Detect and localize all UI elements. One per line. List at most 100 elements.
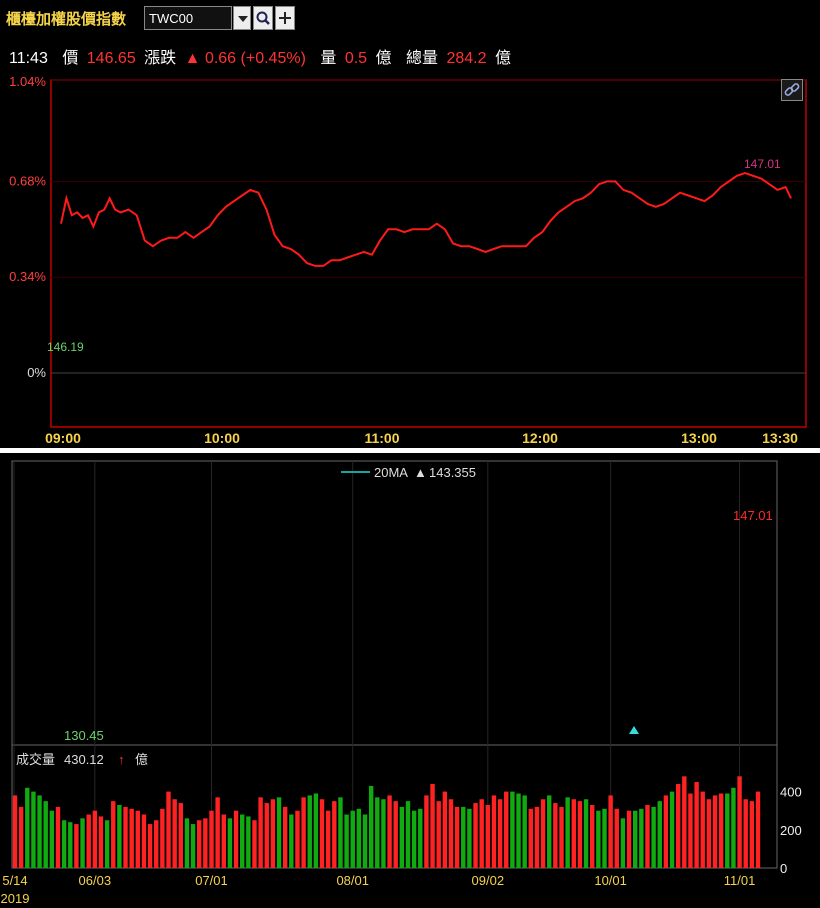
volume-y-tick-label: 400 [780, 785, 802, 800]
volume-bar [276, 797, 282, 868]
volume-bar [270, 799, 276, 868]
volume-bar [694, 782, 699, 868]
volume-bar [608, 795, 613, 868]
volume-bar [669, 791, 675, 868]
volume-bar [123, 806, 128, 868]
x-tick-label: 09:00 [45, 430, 81, 446]
legend-ma-value: 143.355 [429, 465, 476, 480]
symbol-input-box[interactable] [144, 6, 237, 30]
volume-bar [325, 810, 331, 868]
volume-bar [448, 799, 454, 868]
x-tick-label: 10:00 [204, 430, 240, 446]
volume-bar [178, 803, 183, 868]
volume-value: 0.5 [344, 50, 368, 67]
price-line [60, 171, 792, 267]
volume-value: 430.12 [64, 752, 104, 767]
volume-bar [430, 783, 435, 868]
x-tick-label: 07/01 [195, 873, 228, 888]
y-tick-label: 0.68% [9, 173, 46, 188]
volume-bar [639, 808, 644, 868]
volume-bar [68, 822, 73, 868]
plus-icon [279, 12, 291, 24]
volume-bar [590, 804, 595, 868]
volume-bar [203, 818, 208, 868]
symbol-input[interactable] [145, 7, 237, 29]
daily-candlestick-chart: 1321351381411441475/1406/0307/0108/0109/… [1, 460, 802, 906]
x-tick-label: 08/01 [336, 873, 369, 888]
volume-unit: 億 [375, 50, 392, 67]
volume-bar [43, 801, 48, 868]
volume-bar [387, 795, 392, 868]
reference-price-label: 146.19 [47, 340, 84, 354]
volume-bar [246, 816, 251, 868]
quote-time: 11:43 [9, 50, 48, 67]
volume-bar [497, 799, 503, 868]
volume-title: 成交量 [16, 752, 55, 767]
volume-bar [258, 797, 263, 868]
volume-bar [534, 806, 540, 868]
volume-unit: 億 [135, 752, 148, 767]
volume-bar [522, 795, 527, 868]
volume-bar [147, 824, 153, 868]
volume-bar [282, 806, 288, 868]
volume-bar [737, 776, 742, 868]
high-price-label: 147.01 [744, 157, 781, 171]
volume-bar [221, 814, 226, 868]
volume-y-tick-label: 200 [780, 823, 802, 838]
volume-bar [454, 806, 460, 868]
volume-bar [166, 791, 171, 868]
link-button[interactable] [781, 79, 803, 101]
volume-bar [313, 793, 319, 868]
symbol-dropdown-button[interactable] [233, 6, 251, 30]
volume-bar [461, 806, 466, 868]
year-label: 2019 [1, 891, 30, 906]
total-volume-unit: 億 [494, 50, 511, 67]
volume-bar [411, 810, 417, 868]
index-name: 櫃檯加權股價指數 [6, 11, 127, 28]
volume-bar [651, 806, 656, 868]
volume-bar [307, 795, 312, 868]
volume-bar [215, 797, 220, 868]
x-tick-label: 13:30 [762, 430, 798, 446]
quote-header: 櫃檯加權股價指數 11:43 價 146.65 漲跌 ▲ 0.66 (+0.45… [0, 0, 820, 70]
volume-bar [675, 783, 681, 868]
volume-bar [706, 799, 712, 868]
volume-bar [190, 824, 196, 868]
volume-bar [565, 797, 570, 868]
volume-bar [362, 814, 368, 868]
volume-bar [154, 820, 159, 868]
total-volume-value: 284.2 [446, 50, 487, 67]
x-tick-label: 5/14 [2, 873, 27, 888]
search-button[interactable] [253, 6, 273, 30]
change-label: 漲跌 [144, 50, 177, 67]
volume-bar [172, 799, 177, 868]
y-tick-label: 0.34% [9, 269, 46, 284]
volume-bar [141, 814, 147, 868]
volume-bar [718, 793, 724, 868]
volume-bar [80, 818, 85, 868]
volume-bar [559, 806, 564, 868]
volume-bar [209, 810, 214, 868]
volume-bar [117, 804, 122, 868]
volume-bar [731, 787, 736, 868]
volume-bar [49, 810, 55, 868]
volume-bar [596, 810, 601, 868]
volume-bar [98, 816, 104, 868]
volume-bar [663, 795, 669, 868]
volume-bar [375, 797, 380, 868]
volume-bar [129, 808, 134, 868]
volume-up-arrow-icon: ↑ [118, 752, 125, 767]
x-tick-label: 06/03 [79, 873, 112, 888]
volume-bar [12, 795, 18, 868]
quote-line: 11:43 價 146.65 漲跌 ▲ 0.66 (+0.45%) 量 0.5 … [9, 44, 515, 68]
volume-bar [682, 776, 687, 868]
volume-bar [577, 801, 583, 868]
volume-bar [436, 801, 441, 868]
volume-bar [61, 820, 67, 868]
volume-bar [295, 810, 300, 868]
volume-bar [356, 808, 362, 868]
chevron-down-icon [238, 16, 248, 22]
volume-bar [510, 791, 515, 868]
volume-bar [442, 791, 448, 868]
add-button[interactable] [275, 6, 295, 30]
